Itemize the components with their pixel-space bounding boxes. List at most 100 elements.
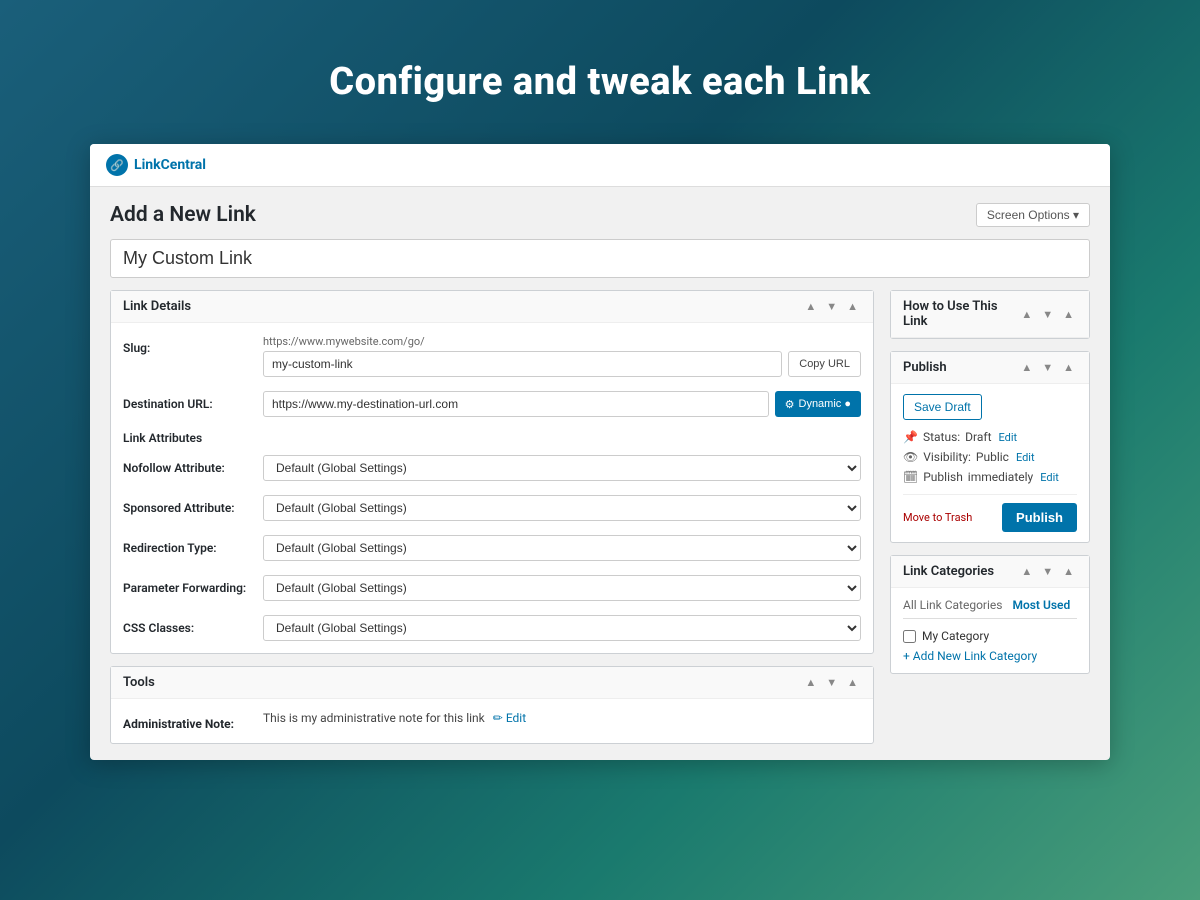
link-title-input[interactable] [110,239,1090,278]
slug-input[interactable] [263,351,782,377]
publish-actions: Move to Trash Publish [903,494,1077,532]
visibility-icon: 👁 [903,450,918,464]
collapse-down-icon[interactable]: ▼ [823,299,840,314]
link-categories-metabox: Link Categories ▲ ▼ ▲ All Link Categorie… [890,555,1090,674]
visibility-row: 👁 Visibility: Public Edit [903,450,1077,464]
link-details-title: Link Details [123,299,191,314]
hero-header: Configure and tweak each Link [0,0,1200,144]
publish-collapse-icon[interactable]: ▲ [1060,360,1077,375]
how-to-down-icon[interactable]: ▼ [1039,307,1056,322]
sponsored-field: Default (Global Settings) [263,495,861,521]
link-cat-collapse-icon[interactable]: ▲ [1060,564,1077,579]
css-classes-row: CSS Classes: Default (Global Settings) [123,615,861,641]
logo-icon: 🔗 [106,154,128,176]
redirection-select[interactable]: Default (Global Settings) [263,535,861,561]
param-forwarding-field: Default (Global Settings) [263,575,861,601]
slug-label: Slug: [123,335,253,355]
how-to-use-title: How to Use This Link [903,299,1018,329]
sponsored-label: Sponsored Attribute: [123,495,253,515]
link-details-metabox: Link Details ▲ ▼ ▲ Slug: https://www.my [110,290,874,654]
content-header: Add a New Link Screen Options ▾ [110,203,1090,227]
move-to-trash-link[interactable]: Move to Trash [903,511,972,524]
tools-pin-icon[interactable]: ▲ [844,675,861,690]
tools-metabox: Tools ▲ ▼ ▲ Administrative Note: [110,666,874,744]
how-to-controls: ▲ ▼ ▲ [1018,307,1077,322]
tab-most-used[interactable]: Most Used [1012,598,1070,612]
link-categories-title: Link Categories [903,564,994,579]
collapse-up-icon[interactable]: ▲ [802,299,819,314]
admin-note-text: This is my administrative note for this … [263,711,485,725]
redirection-row: Redirection Type: Default (Global Settin… [123,535,861,561]
how-to-use-header: How to Use This Link ▲ ▼ ▲ [891,291,1089,338]
dest-input-row: ⚙ Dynamic ● [263,391,861,417]
save-draft-button[interactable]: Save Draft [903,394,982,420]
how-to-use-metabox: How to Use This Link ▲ ▼ ▲ [890,290,1090,339]
admin-note-label: Administrative Note: [123,711,253,731]
publish-up-icon[interactable]: ▲ [1018,360,1035,375]
publish-timing-row: 🗓 Publish immediately Edit [903,470,1077,484]
publish-button[interactable]: Publish [1002,503,1077,532]
edit-note-link[interactable]: ✏ Edit [493,711,526,725]
tools-header: Tools ▲ ▼ ▲ [111,667,873,699]
tab-all-categories[interactable]: All Link Categories [903,598,1002,612]
calendar-icon: 🗓 [903,470,918,484]
link-details-header: Link Details ▲ ▼ ▲ [111,291,873,323]
how-to-collapse-icon[interactable]: ▲ [1060,307,1077,322]
slug-prefix: https://www.mywebsite.com/go/ [263,335,861,348]
param-forwarding-label: Parameter Forwarding: [123,575,253,595]
add-new-category-link[interactable]: + Add New Link Category [903,649,1077,663]
publish-down-icon[interactable]: ▼ [1039,360,1056,375]
hero-title: Configure and tweak each Link [20,60,1180,104]
wp-topbar: 🔗 LinkCentral [90,144,1110,187]
publish-timing-value: immediately [968,470,1033,484]
link-categories-header: Link Categories ▲ ▼ ▲ [891,556,1089,588]
wp-logo: 🔗 LinkCentral [106,154,206,176]
wp-window: 🔗 LinkCentral Add a New Link Screen Opti… [90,144,1110,760]
slug-row: Slug: https://www.mywebsite.com/go/ Copy… [123,335,861,377]
link-cat-up-icon[interactable]: ▲ [1018,564,1035,579]
redirection-field: Default (Global Settings) [263,535,861,561]
cat-tabs: All Link Categories Most Used [903,598,1077,619]
sponsored-row: Sponsored Attribute: Default (Global Set… [123,495,861,521]
publish-title: Publish [903,360,947,375]
param-forwarding-select[interactable]: Default (Global Settings) [263,575,861,601]
publish-meta: 📌 Status: Draft Edit 👁 Visibility: Publi… [903,430,1077,484]
admin-note-field: This is my administrative note for this … [263,711,861,725]
destination-field: ⚙ Dynamic ● [263,391,861,417]
screen-options-button[interactable]: Screen Options ▾ [976,203,1090,227]
main-two-col: Link Details ▲ ▼ ▲ Slug: https://www.my [110,290,1090,744]
destination-row: Destination URL: ⚙ Dynamic ● [123,391,861,417]
nofollow-select[interactable]: Default (Global Settings) [263,455,861,481]
visibility-edit-link[interactable]: Edit [1016,451,1035,464]
publish-header: Publish ▲ ▼ ▲ [891,352,1089,384]
destination-url-input[interactable] [263,391,769,417]
dynamic-icon: ⚙ [785,398,795,411]
status-icon: 📌 [903,430,918,444]
pencil-icon: ✏ [493,711,503,725]
nofollow-row: Nofollow Attribute: Default (Global Sett… [123,455,861,481]
publish-timing-edit-link[interactable]: Edit [1040,471,1059,484]
sponsored-select[interactable]: Default (Global Settings) [263,495,861,521]
param-forwarding-row: Parameter Forwarding: Default (Global Se… [123,575,861,601]
left-col: Link Details ▲ ▼ ▲ Slug: https://www.my [110,290,874,744]
dynamic-button[interactable]: ⚙ Dynamic ● [775,391,861,417]
my-category-checkbox[interactable] [903,630,916,643]
admin-note-row: Administrative Note: This is my administ… [123,711,861,731]
link-cat-controls: ▲ ▼ ▲ [1018,564,1077,579]
page-title: Add a New Link [110,203,256,227]
tools-body: Administrative Note: This is my administ… [111,699,873,743]
css-classes-select[interactable]: Default (Global Settings) [263,615,861,641]
copy-url-button[interactable]: Copy URL [788,351,861,377]
nofollow-label: Nofollow Attribute: [123,455,253,475]
tools-collapse-down[interactable]: ▼ [823,675,840,690]
status-edit-link[interactable]: Edit [999,431,1018,444]
status-value: Draft [965,430,991,444]
tools-collapse-up[interactable]: ▲ [802,675,819,690]
visibility-label: Visibility: [923,450,971,464]
link-cat-down-icon[interactable]: ▼ [1039,564,1056,579]
pin-icon[interactable]: ▲ [844,299,861,314]
link-categories-body: All Link Categories Most Used My Categor… [891,588,1089,673]
how-to-up-icon[interactable]: ▲ [1018,307,1035,322]
slug-input-row: Copy URL [263,351,861,377]
tools-title: Tools [123,675,155,690]
